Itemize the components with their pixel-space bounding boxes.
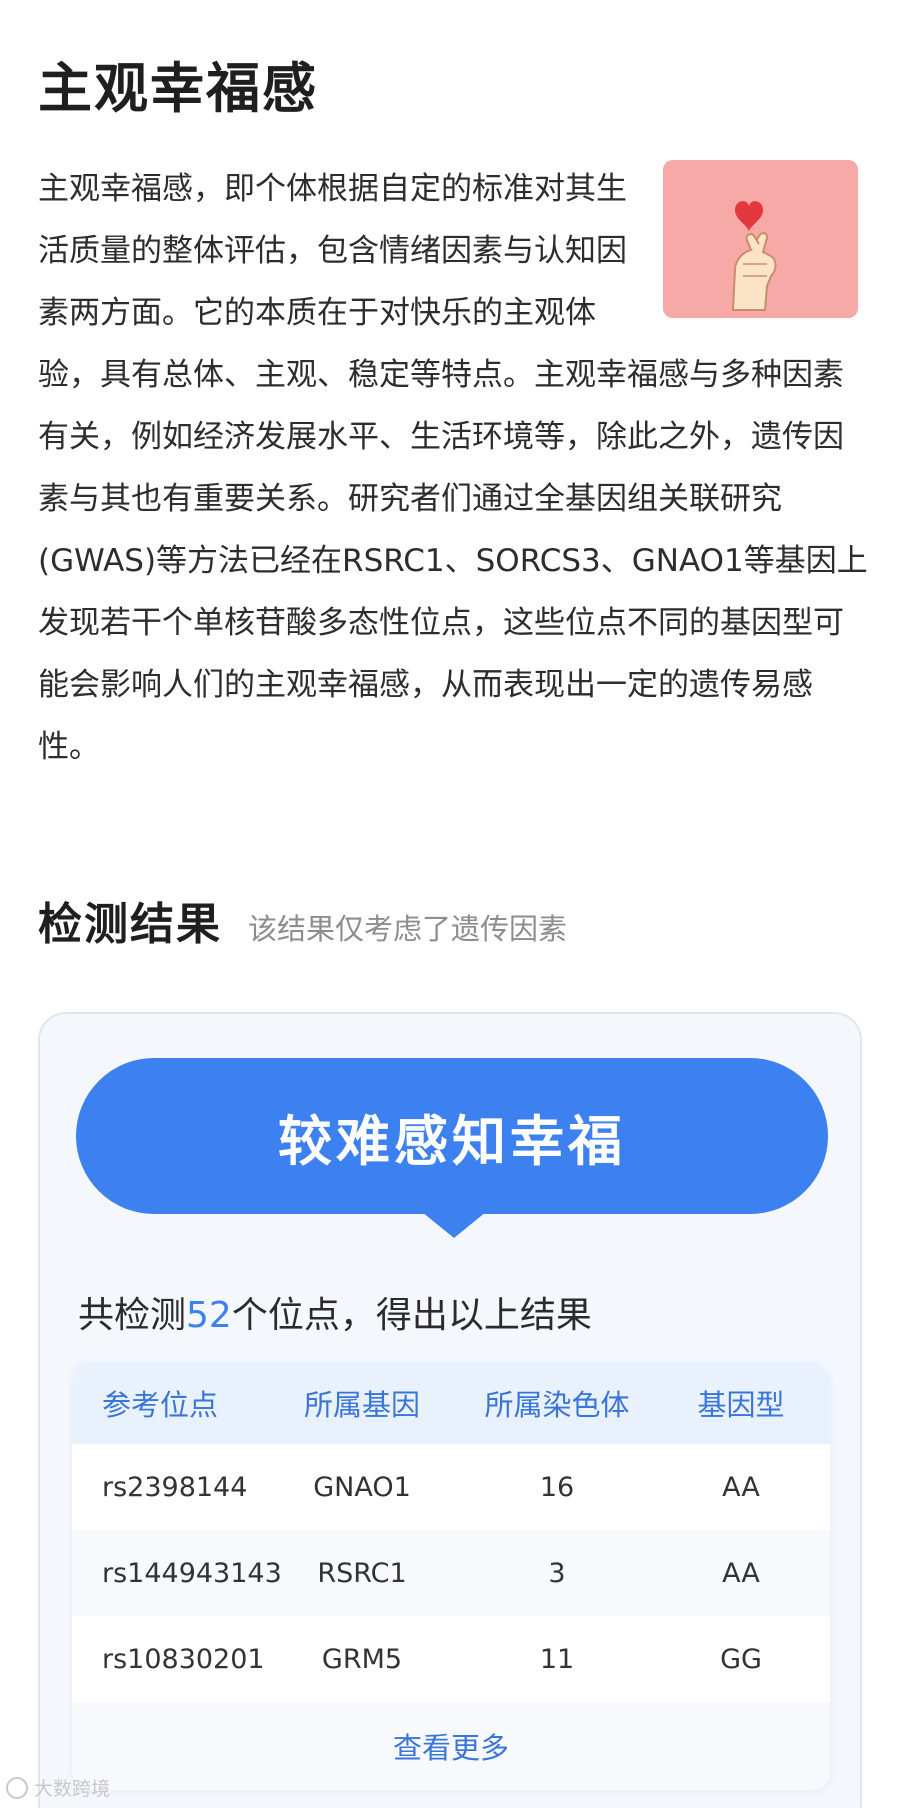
watermark-text: 大数跨境 (34, 1778, 111, 1800)
cell-chromosome: 11 (539, 1643, 575, 1675)
header-chromosome: 所属染色体 (484, 1388, 630, 1422)
cell-gene: GNAO1 (313, 1471, 411, 1503)
header-gene: 所属基因 (303, 1388, 420, 1422)
cell-snp: rs10830201 (102, 1643, 265, 1675)
count-value: 52 (186, 1295, 232, 1336)
header-snp: 参考位点 (102, 1388, 219, 1422)
count-prefix: 共检测 (78, 1295, 187, 1336)
result-card: 较难感知幸福 共检测52个位点，得出以上结果 参考位点 所属基因 所属染色体 基… (38, 1012, 862, 1808)
table-header: 参考位点 所属基因 所属染色体 基因型 (72, 1362, 830, 1444)
table-row: rs2398144 GNAO1 16 AA (72, 1444, 830, 1530)
cell-snp: rs144943143 (102, 1557, 282, 1589)
banner-pointer (422, 1212, 486, 1238)
cell-chromosome: 16 (539, 1471, 575, 1503)
image-spacer (638, 158, 868, 344)
section-subtitle: 该结果仅考虑了遗传因素 (248, 912, 568, 946)
cell-snp: rs2398144 (102, 1471, 248, 1503)
watermark: 大数跨境 (6, 1774, 110, 1801)
table-row: rs144943143 RSRC1 3 AA (72, 1530, 830, 1616)
result-banner-label: 较难感知幸福 (278, 1109, 626, 1173)
intro-paragraph: 主观幸福感，即个体根据自定的标准对其生活质量的整体评估，包含情绪因素与认知因素两… (38, 158, 868, 778)
page-title: 主观幸福感 (38, 57, 318, 120)
snp-table: 参考位点 所属基因 所属染色体 基因型 rs2398144 GNAO1 16 A… (72, 1362, 830, 1790)
result-section-header: 检测结果 该结果仅考虑了遗传因素 (38, 888, 567, 952)
table-row: rs10830201 GRM5 11 GG (72, 1616, 830, 1702)
cell-gene: GRM5 (321, 1643, 403, 1675)
section-title: 检测结果 (38, 899, 222, 950)
watermark-logo-icon (6, 1776, 28, 1799)
result-banner: 较难感知幸福 (76, 1058, 828, 1214)
cell-genotype: AA (722, 1557, 760, 1589)
count-suffix: 个位点，得出以上结果 (231, 1295, 592, 1336)
cell-genotype: GG (720, 1643, 762, 1675)
view-more-link[interactable]: 查看更多 (72, 1702, 830, 1790)
page: 主观幸福感 主观幸福感，即个体根据自定的标准对其生活质量的整体评估，包含情绪因素… (0, 0, 900, 1808)
header-genotype: 基因型 (697, 1388, 785, 1422)
cell-chromosome: 3 (548, 1557, 566, 1589)
detection-count: 共检测52个位点，得出以上结果 (78, 1286, 592, 1338)
cell-gene: RSRC1 (317, 1557, 407, 1589)
cell-genotype: AA (722, 1471, 760, 1503)
